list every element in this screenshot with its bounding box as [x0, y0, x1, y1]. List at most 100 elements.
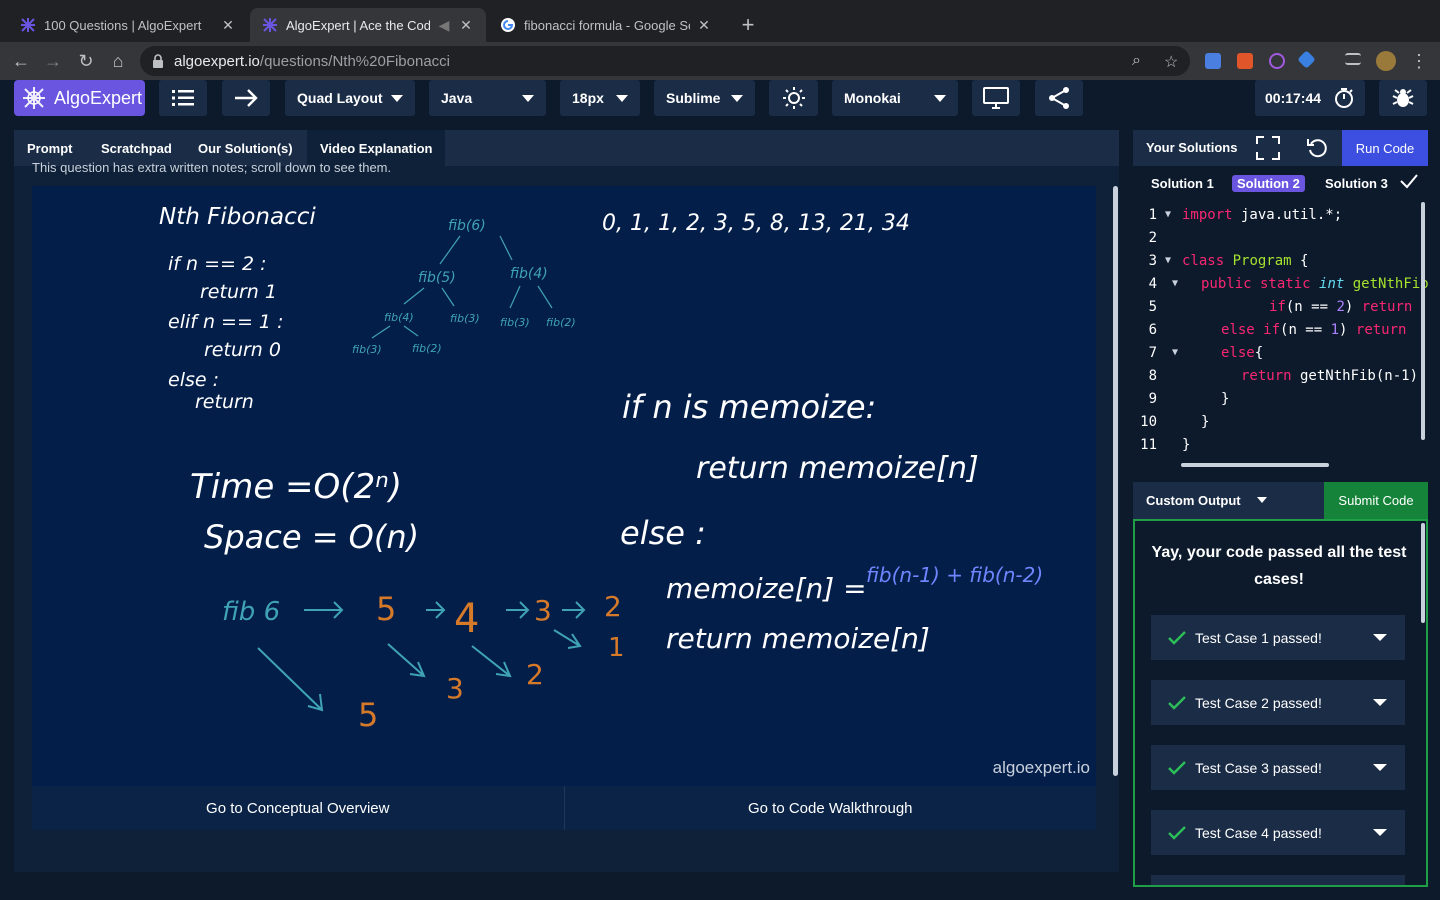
chevron-down-icon	[522, 94, 534, 102]
code-line: 9}	[1148, 391, 1230, 407]
algoexpert-favicon-icon	[263, 18, 277, 32]
new-tab-icon[interactable]: +	[736, 13, 760, 37]
chevron-down-icon	[616, 94, 628, 102]
close-tab-icon[interactable]: ✕	[220, 17, 236, 34]
video-player[interactable]: Nth Fibonacci if n == 2 : return 1 elif …	[32, 186, 1096, 786]
conceptual-overview-link[interactable]: Go to Conceptual Overview	[32, 786, 565, 830]
browser-toolbar: ← → ↻ ⌂ algoexpert.io/questions/Nth%20Fi…	[0, 42, 1440, 80]
tree-node: fib(4)	[510, 266, 548, 282]
fullscreen-icon[interactable]	[1256, 136, 1280, 160]
close-tab-icon[interactable]: ✕	[696, 17, 712, 34]
keymap-select[interactable]: Sublime	[654, 80, 755, 116]
test-case-row[interactable]	[1151, 875, 1405, 885]
output-title[interactable]: Custom Output	[1146, 493, 1241, 508]
test-case-row[interactable]: Test Case 2 passed!	[1151, 680, 1405, 725]
url-text: algoexpert.io/questions/Nth%20Fibonacci	[174, 53, 450, 70]
screen-share-button[interactable]	[972, 80, 1020, 116]
bug-report-button[interactable]	[1379, 80, 1427, 116]
tab-title: fibonacci formula - Google Sea	[524, 17, 690, 33]
forward-arrow-icon[interactable]: →	[42, 50, 64, 72]
submit-code-button[interactable]: Submit Code	[1324, 482, 1428, 519]
editor-vertical-scrollbar[interactable]	[1421, 202, 1425, 440]
test-case-label: Test Case 4 passed!	[1195, 824, 1322, 841]
tab-solution-2[interactable]: Solution 2	[1232, 175, 1305, 192]
board-ret2: return 0	[204, 339, 281, 361]
left-panel: Prompt Scratchpad Our Solution(s) Video …	[14, 130, 1119, 872]
media-control-icon[interactable]	[1345, 53, 1361, 65]
reload-icon[interactable]: ↻	[75, 50, 97, 72]
chain-number: 2	[604, 590, 622, 623]
close-tab-icon[interactable]: ✕	[458, 17, 474, 34]
code-line: 11}	[1140, 437, 1191, 453]
app-header: AlgoExpert Quad Layout Java 18px Sublime…	[0, 80, 1440, 120]
browser-tab-algoexpert[interactable]: AlgoExpert | Ace the Codin ◀ ✕	[250, 8, 486, 42]
test-case-label: Test Case 3 passed!	[1195, 759, 1322, 776]
whiteboard-drawing: Nth Fibonacci if n == 2 : return 1 elif …	[159, 204, 1043, 734]
bookmark-star-icon[interactable]: ☆	[1164, 52, 1178, 72]
browser-tab-google[interactable]: fibonacci formula - Google Sea ✕	[488, 8, 724, 42]
editor-horizontal-scrollbar[interactable]	[1181, 463, 1329, 467]
share-icon	[1049, 87, 1069, 109]
font-size-select[interactable]: 18px	[560, 80, 640, 116]
board-ret1: return 1	[200, 281, 277, 303]
tree-node: fib(3)	[450, 312, 480, 325]
chevron-down-icon	[934, 94, 946, 102]
language-select[interactable]: Java	[429, 80, 546, 116]
next-question-button[interactable]	[222, 80, 270, 116]
zoom-icon[interactable]: ⌕	[1132, 52, 1141, 70]
chevron-down-icon[interactable]	[1257, 497, 1267, 503]
extension-icon[interactable]	[1297, 50, 1316, 69]
extension-icon[interactable]	[1269, 53, 1285, 69]
left-scrollbar[interactable]	[1113, 186, 1118, 776]
code-line: 8 return getNthFib(n-1)	[1148, 368, 1419, 384]
test-case-row[interactable]: Test Case 4 passed!	[1151, 810, 1405, 855]
algoexpert-logo[interactable]: AlgoExpert	[14, 80, 145, 116]
output-header: Custom Output Submit Code	[1133, 482, 1428, 519]
sun-icon	[782, 87, 805, 109]
back-arrow-icon[interactable]: ←	[10, 50, 32, 72]
fib-sequence: 0, 1, 1, 2, 3, 5, 8, 13, 21, 34	[602, 211, 910, 236]
code-walkthrough-link[interactable]: Go to Code Walkthrough	[565, 786, 1097, 830]
code-line: 4 ▼ public static int getNthFib	[1148, 276, 1428, 292]
run-code-button[interactable]: Run Code	[1342, 130, 1428, 166]
checkmark-icon	[1400, 174, 1418, 189]
board-ret3: return	[195, 391, 254, 413]
translate-extension-icon[interactable]	[1205, 53, 1221, 69]
extension-icon[interactable]	[1237, 53, 1253, 69]
menu-dots-icon[interactable]: ⋮	[1408, 50, 1430, 72]
output-scrollbar[interactable]	[1421, 523, 1425, 623]
timer-value: 00:17:44	[1265, 90, 1322, 106]
home-icon[interactable]: ⌂	[107, 50, 129, 72]
code-editor[interactable]: 1 ▼ import java.util.*; 2 3 ▼ class Program …	[1133, 200, 1428, 468]
tab-solution-3[interactable]: Solution 3	[1320, 175, 1393, 192]
board-cond1: if n == 2 :	[168, 253, 267, 275]
avatar[interactable]	[1376, 51, 1396, 71]
share-button[interactable]	[1035, 80, 1083, 116]
tree-node: fib(2)	[546, 316, 576, 329]
memo-else: else :	[620, 514, 706, 552]
reset-icon[interactable]	[1306, 136, 1330, 160]
code-line: 6 else if(n == 1) return	[1148, 322, 1407, 338]
chain-start: fib 6	[222, 597, 280, 627]
test-case-row[interactable]: Test Case 3 passed!	[1151, 745, 1405, 790]
chevron-down-icon	[731, 94, 743, 102]
memo-return-2: return memoize[n]	[666, 622, 930, 655]
layout-select[interactable]: Quad Layout	[285, 80, 415, 116]
space-complexity: Space = O(n)	[204, 518, 419, 556]
theme-toggle-button[interactable]	[769, 80, 818, 116]
address-bar[interactable]: algoexpert.io/questions/Nth%20Fibonacci …	[140, 46, 1190, 76]
lock-icon	[153, 54, 163, 68]
browser-tab-questions[interactable]: 100 Questions | AlgoExpert ✕	[8, 8, 248, 42]
questions-list-button[interactable]	[159, 80, 207, 116]
layout-value: Quad Layout	[297, 90, 383, 106]
font-size-value: 18px	[572, 90, 604, 106]
algoexpert-favicon-icon	[21, 18, 35, 32]
speaker-icon: ◀	[438, 16, 450, 33]
extra-notes-notice: This question has extra written notes; s…	[32, 160, 392, 175]
editor-theme-select[interactable]: Monokai	[832, 80, 958, 116]
memo-assign: memoize[n] =	[666, 572, 867, 605]
timer[interactable]: 00:17:44	[1255, 80, 1365, 116]
tab-solution-1[interactable]: Solution 1	[1146, 175, 1219, 192]
test-case-row[interactable]: Test Case 1 passed!	[1151, 615, 1405, 660]
checkmark-icon	[1168, 695, 1186, 710]
